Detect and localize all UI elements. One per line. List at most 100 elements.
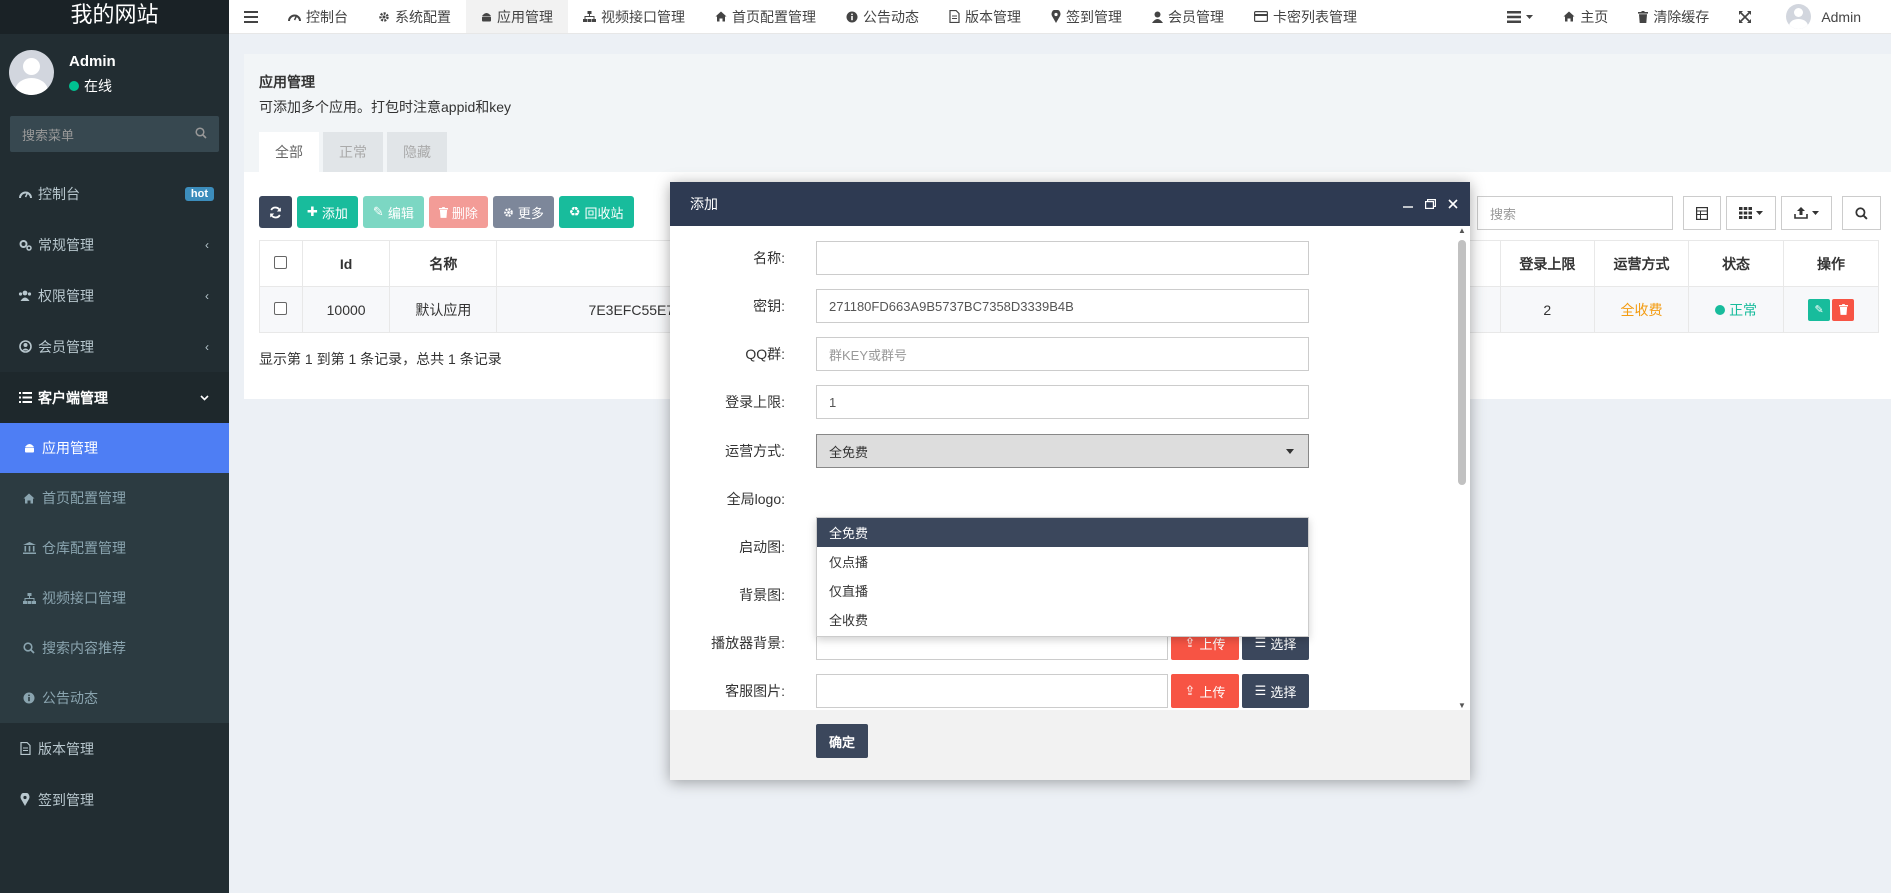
- maximize-icon[interactable]: [1425, 199, 1436, 209]
- cog-icon: [503, 207, 514, 218]
- sidebar-item-label: 首页配置管理: [42, 490, 126, 506]
- sidebar: 我的网站 Admin 在线 搜索菜单 控制台 hot 常规管理 ‹ 权限管理 ‹…: [0, 0, 229, 893]
- menu-toggle-button[interactable]: [229, 0, 273, 33]
- sidebar-item-search-recommend[interactable]: 搜索内容推荐: [0, 623, 229, 673]
- col-login-limit[interactable]: 登录上限: [1499, 240, 1595, 287]
- tab-app-manage[interactable]: 应用管理: [466, 0, 568, 33]
- admin-avatar: [1786, 4, 1812, 29]
- sidebar-item-version[interactable]: 版本管理: [0, 723, 229, 774]
- mode-option[interactable]: 全免费: [817, 518, 1308, 547]
- edit-button[interactable]: ✎ 编辑: [362, 196, 424, 228]
- export-dropdown-button[interactable]: [1781, 196, 1832, 230]
- col-name[interactable]: 名称: [389, 240, 498, 287]
- home-link[interactable]: 主页: [1548, 0, 1623, 33]
- col-id[interactable]: Id: [301, 240, 391, 287]
- sidebar-search-input[interactable]: 搜索菜单: [10, 116, 219, 152]
- sidebar-item-members[interactable]: 会员管理 ‹: [0, 321, 229, 372]
- cell-login-limit: 2: [1499, 286, 1595, 333]
- sidebar-item-announcements[interactable]: 公告动态: [0, 673, 229, 723]
- mode-select[interactable]: 全免费: [816, 434, 1309, 468]
- tab-all[interactable]: 全部: [259, 132, 319, 172]
- tab-label: 签到管理: [1066, 8, 1122, 25]
- tab-dashboard[interactable]: 控制台: [273, 0, 363, 33]
- dialog-scrollbar[interactable]: ▲ ▼: [1458, 226, 1466, 710]
- field-row-service: 客服图片: ⇪ 上传 ☰ 选择: [670, 674, 1470, 708]
- sidebar-item-permission[interactable]: 权限管理 ‹: [0, 270, 229, 321]
- sidebar-item-client[interactable]: 客户端管理: [0, 372, 229, 423]
- sidebar-item-repo-config[interactable]: 仓库配置管理: [0, 523, 229, 573]
- tab-normal[interactable]: 正常: [323, 132, 383, 172]
- mode-option[interactable]: 仅直播: [817, 576, 1308, 605]
- more-button[interactable]: 更多: [492, 196, 554, 228]
- refresh-button[interactable]: [259, 196, 292, 228]
- mode-option[interactable]: 仅点播: [817, 547, 1308, 576]
- sidebar-submenu-client: 应用管理 首页配置管理 仓库配置管理 视频接口管理 搜索内容推荐 公告动态: [0, 423, 229, 723]
- tab-label: 版本管理: [965, 8, 1021, 25]
- scroll-down-icon[interactable]: ▼: [1458, 701, 1466, 710]
- search-button[interactable]: [1842, 196, 1881, 230]
- search-icon: [20, 642, 38, 654]
- close-icon[interactable]: [1448, 199, 1458, 209]
- tab-announcements[interactable]: 公告动态: [831, 0, 934, 33]
- site-logo[interactable]: 我的网站: [0, 0, 229, 34]
- nav-menu-dropdown-button[interactable]: [1492, 0, 1548, 33]
- confirm-button[interactable]: 确定: [816, 724, 868, 758]
- sidebar-item-video-api[interactable]: 视频接口管理: [0, 573, 229, 623]
- admin-menu[interactable]: Admin: [1766, 0, 1891, 33]
- home-icon: [715, 11, 727, 22]
- search-icon: [1855, 206, 1868, 220]
- tab-checkin[interactable]: 签到管理: [1036, 0, 1137, 33]
- key-input[interactable]: 271180FD663A9B5737BC7358D3339B4B: [816, 289, 1309, 323]
- sidebar-item-general[interactable]: 常规管理 ‹: [0, 219, 229, 270]
- login-limit-input[interactable]: 1: [816, 385, 1309, 419]
- clear-cache-button[interactable]: 清除缓存: [1623, 0, 1724, 33]
- sidebar-item-dashboard[interactable]: 控制台 hot: [0, 168, 229, 219]
- tab-system-config[interactable]: 系统配置: [363, 0, 466, 33]
- more-label: 更多: [517, 205, 544, 221]
- tab-hidden[interactable]: 隐藏: [387, 132, 447, 172]
- sidebar-item-label: 签到管理: [38, 791, 94, 808]
- search-icon[interactable]: [195, 127, 207, 139]
- sidebar-item-home-config[interactable]: 首页配置管理: [0, 473, 229, 523]
- qq-label: QQ群:: [745, 346, 785, 362]
- recycle-bin-button[interactable]: ♻ 回收站: [558, 196, 634, 228]
- sidebar-item-checkin[interactable]: 签到管理: [0, 774, 229, 825]
- qq-input[interactable]: 群KEY或群号: [816, 337, 1309, 371]
- service-choose-button[interactable]: ☰ 选择: [1242, 674, 1309, 708]
- service-input[interactable]: [816, 674, 1168, 708]
- minimize-icon[interactable]: [1403, 199, 1413, 209]
- fullscreen-button[interactable]: [1724, 0, 1766, 33]
- name-input[interactable]: [816, 241, 1309, 275]
- credit-card-icon: [1254, 11, 1268, 22]
- scroll-up-icon[interactable]: ▲: [1458, 226, 1466, 235]
- tab-version[interactable]: 版本管理: [934, 0, 1036, 33]
- row-delete-button[interactable]: [1832, 298, 1855, 321]
- table-search-input[interactable]: 搜索: [1477, 196, 1673, 230]
- scrollbar-thumb[interactable]: [1458, 240, 1466, 485]
- tab-card-list[interactable]: 卡密列表管理: [1239, 0, 1372, 33]
- select-all-checkbox[interactable]: [274, 255, 288, 269]
- tab-home-config[interactable]: 首页配置管理: [700, 0, 831, 33]
- add-button[interactable]: ✚ 添加: [297, 196, 358, 228]
- row-edit-button[interactable]: ✎: [1808, 298, 1831, 321]
- select-all-cell: [259, 240, 303, 287]
- chevron-left-icon: ‹: [205, 339, 209, 354]
- home-icon: [20, 493, 38, 504]
- sidebar-item-app-manage[interactable]: 应用管理: [0, 423, 229, 473]
- row-checkbox[interactable]: [274, 301, 288, 315]
- tab-members[interactable]: 会员管理: [1137, 0, 1239, 33]
- tab-label: 会员管理: [1168, 8, 1224, 25]
- col-mode[interactable]: 运营方式: [1593, 240, 1690, 287]
- columns-dropdown-button[interactable]: [1726, 196, 1776, 230]
- delete-button[interactable]: 删除: [428, 196, 488, 228]
- service-upload-button[interactable]: ⇪ 上传: [1171, 674, 1239, 708]
- field-row-login-limit: 登录上限: 1: [670, 385, 1470, 419]
- mode-option[interactable]: 全收费: [817, 605, 1308, 634]
- cell-name: 默认应用: [389, 286, 498, 333]
- cell-mode: 全收费: [1593, 286, 1690, 333]
- export-icon: [1794, 207, 1808, 219]
- tab-video-api[interactable]: 视频接口管理: [568, 0, 700, 33]
- key-label: 密钥:: [753, 298, 785, 314]
- toggle-view-button[interactable]: [1683, 196, 1721, 230]
- col-status[interactable]: 状态: [1688, 240, 1785, 287]
